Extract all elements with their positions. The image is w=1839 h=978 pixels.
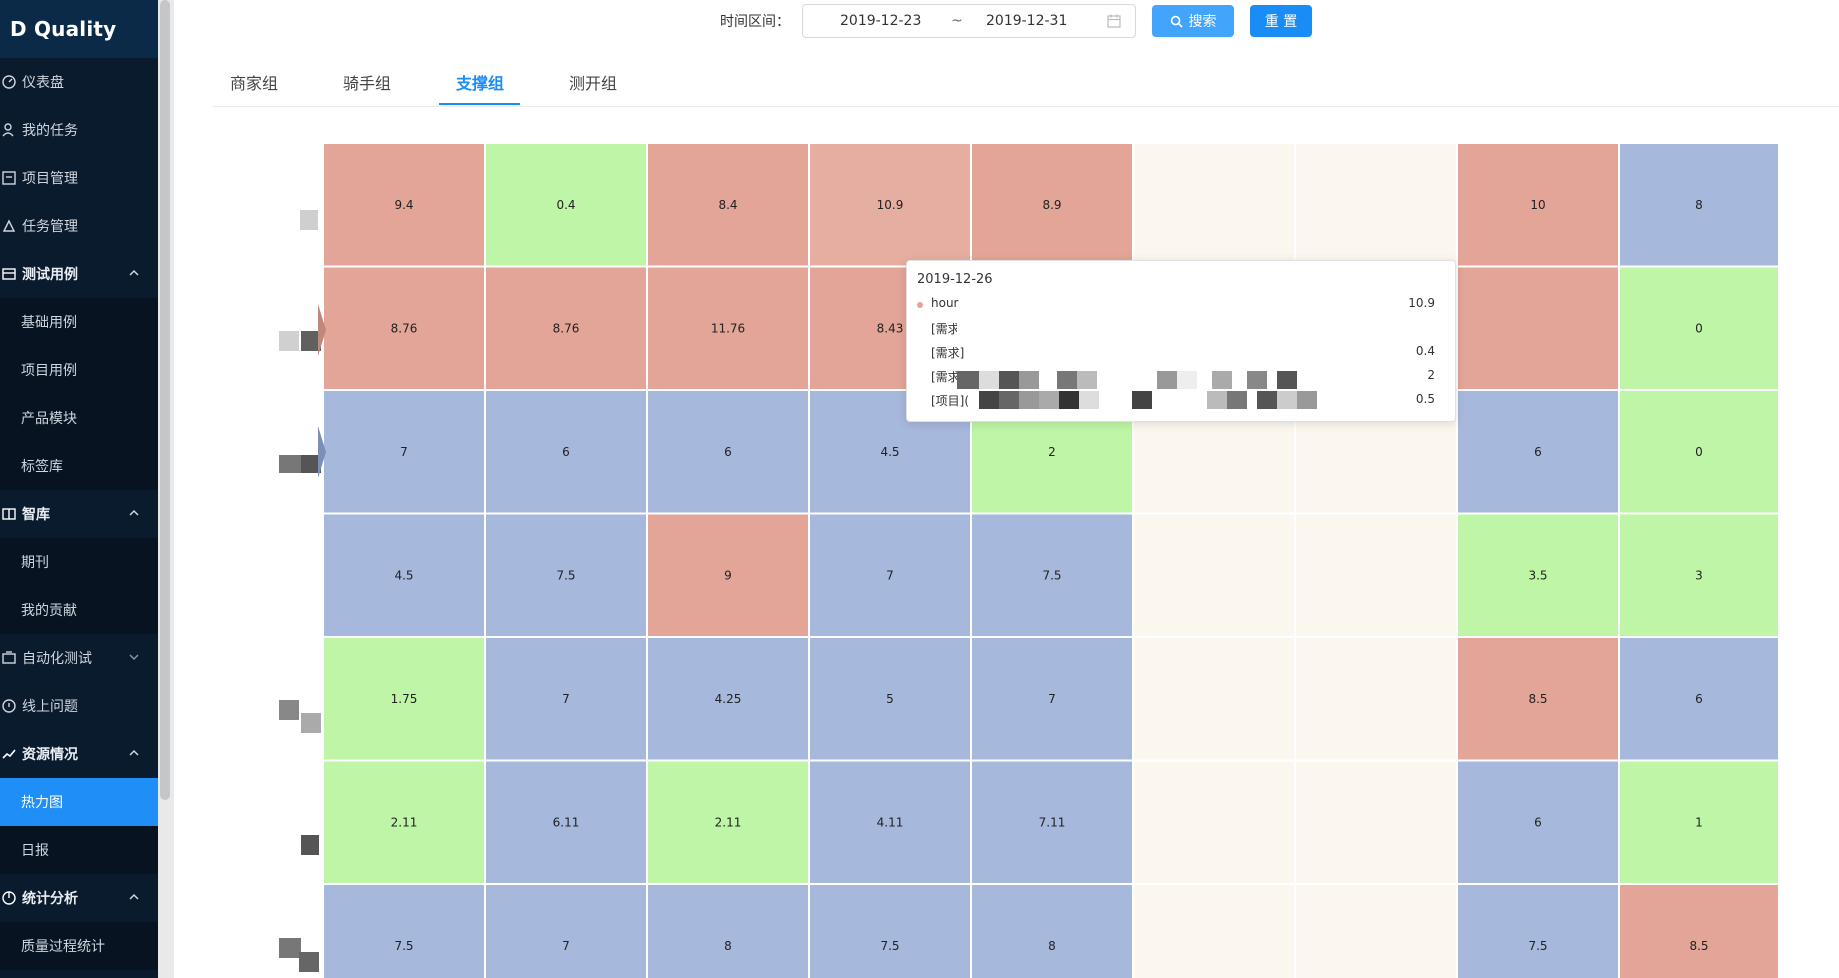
heatmap-cell[interactable]: [1458, 885, 1618, 978]
heatmap-cell-label: 6: [724, 445, 732, 459]
heatmap-cell[interactable]: [1134, 761, 1294, 884]
y-axis-label-redacted: [279, 700, 299, 720]
heatmap-cell-label: 6: [1534, 815, 1542, 829]
heatmap-cell-label: 8.9: [1042, 198, 1061, 212]
heatmap-cell[interactable]: [1296, 514, 1456, 637]
tooltip-date: 2019-12-26: [917, 272, 993, 287]
heatmap-cell-label: 7.5: [556, 568, 575, 582]
heatmap-cell-label: 7.11: [1039, 815, 1066, 829]
heatmap-cell-label: 7: [562, 939, 570, 953]
y-axis-label-redacted: [279, 331, 299, 351]
heatmap-cell-label: 9: [724, 568, 732, 582]
heatmap-cell-label: 1.75: [391, 692, 418, 706]
heatmap-cell[interactable]: [1134, 638, 1294, 760]
tooltip-row-value: 2: [1427, 368, 1435, 382]
heatmap-cell[interactable]: [1296, 144, 1456, 266]
heatmap-cell-label: 3: [1695, 568, 1703, 582]
heatmap-cell-label: 11.76: [711, 321, 745, 335]
heatmap-cell-label: 2.11: [391, 815, 418, 829]
heatmap-cell-label: 6: [562, 445, 570, 459]
y-axis-label-redacted: [279, 938, 301, 958]
heatmap-cell-label: 5: [886, 692, 894, 706]
heatmap-cell-label: 1: [1695, 815, 1703, 829]
heatmap-cell-label: 7: [562, 692, 570, 706]
heatmap-cell[interactable]: [1134, 514, 1294, 637]
heatmap-cell-label: 8.76: [553, 321, 580, 335]
heatmap-cell-label: 8: [1048, 939, 1056, 953]
heatmap-cell-label: 0: [1695, 445, 1703, 459]
y-axis-label-redacted: [301, 713, 321, 733]
heatmap-cell-label: 6: [1695, 692, 1703, 706]
heatmap-cell[interactable]: [972, 885, 1132, 978]
heatmap-cell-label: 7.5: [1528, 939, 1547, 953]
tooltip-row-value: 0.4: [1415, 344, 1435, 358]
heatmap-cell-label: 10: [1530, 198, 1545, 212]
heatmap-cell-label: 8.76: [391, 321, 418, 335]
heatmap-cell-label: 8.5: [1689, 939, 1708, 953]
heatmap-cell[interactable]: [1134, 144, 1294, 266]
heatmap-cell[interactable]: [648, 885, 808, 978]
tooltip-row-value: 0.5: [1415, 392, 1435, 406]
heatmap-cell-label: 4.5: [880, 445, 899, 459]
heatmap-cell[interactable]: [1620, 885, 1778, 978]
redaction-mosaic: [957, 321, 1317, 409]
heatmap-cell-label: 0: [1695, 321, 1703, 335]
heatmap-cell-label: 7.5: [880, 939, 899, 953]
y-axis-label-redacted: [301, 835, 319, 855]
heatmap-tooltip: 2019-12-26 hour 10.9 [需求] [需求] 0.4 [需求] …: [906, 260, 1456, 422]
heatmap-cell[interactable]: [1134, 885, 1294, 978]
heatmap-cell[interactable]: [1458, 267, 1618, 390]
heatmap-cell[interactable]: [1296, 638, 1456, 760]
heatmap-cell-label: 8: [1695, 198, 1703, 212]
tooltip-series-dot: [917, 302, 923, 308]
heatmap-cell-label: 8.43: [877, 321, 904, 335]
heatmap-cell-label: 4.11: [877, 815, 904, 829]
heatmap-cell-label: 7: [886, 568, 894, 582]
heatmap-cell-label: 3.5: [1528, 568, 1547, 582]
heatmap-cell[interactable]: [324, 885, 484, 978]
heatmap-cell-label: 6: [1534, 445, 1542, 459]
heatmap-cell-label: 7: [400, 445, 408, 459]
heatmap-cell-label: 7: [1048, 692, 1056, 706]
heatmap-cell[interactable]: [486, 885, 646, 978]
heatmap-cell-label: 8.4: [718, 198, 737, 212]
heatmap-cell[interactable]: [810, 885, 970, 978]
heatmap-cell-label: 8.5: [1528, 692, 1547, 706]
heatmap-cell-label: 2: [1048, 445, 1056, 459]
heatmap-cell-label: 7.5: [1042, 568, 1061, 582]
heatmap-cell-label: 8: [724, 939, 732, 953]
tooltip-row-label: hour: [931, 296, 959, 310]
heatmap-cell[interactable]: [1296, 885, 1456, 978]
y-axis-label-redacted: [300, 210, 318, 230]
y-axis-label-redacted: [299, 952, 319, 972]
heatmap-cell-label: 4.25: [715, 692, 742, 706]
heatmap-cell-label: 10.9: [877, 198, 904, 212]
heatmap-cell-label: 9.4: [394, 198, 413, 212]
heatmap-chart: 9.4 0.4 8.4 10.9 8.9 10 88.76 8.76 11.76 8.43 07 6 6…: [279, 144, 1778, 978]
heatmap-cell-label: 4.5: [394, 568, 413, 582]
heatmap-cell-label: 6.11: [553, 815, 580, 829]
tooltip-row-value: 10.9: [1408, 296, 1435, 310]
heatmap-cell-label: 2.11: [715, 815, 742, 829]
heatmap-cell[interactable]: [1296, 761, 1456, 884]
heatmap-cell-label: 7.5: [394, 939, 413, 953]
tooltip-row: hour 10.9: [917, 296, 1445, 316]
heatmap-cell-label: 0.4: [556, 198, 575, 212]
y-axis-label-redacted: [279, 455, 301, 473]
